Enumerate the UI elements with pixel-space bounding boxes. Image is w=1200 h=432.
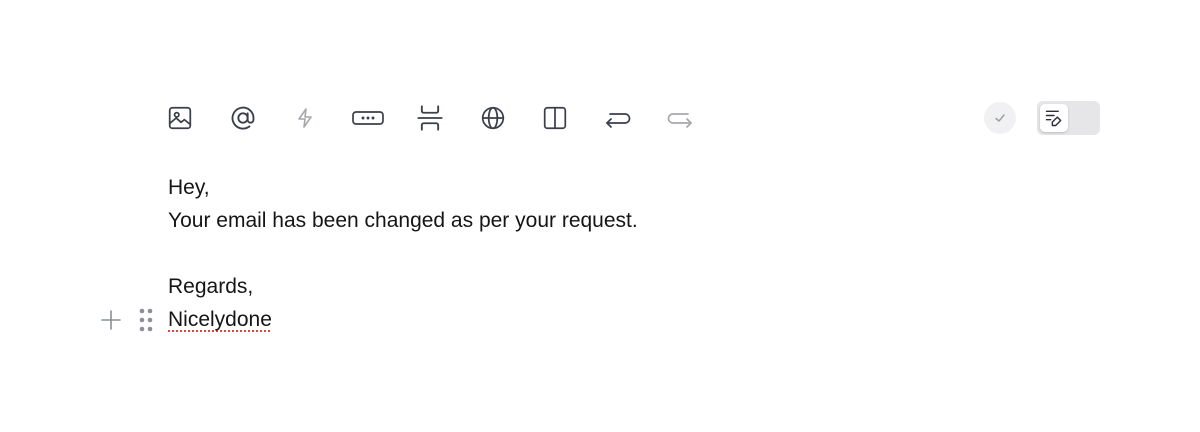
undo-button[interactable]	[598, 100, 638, 136]
undo-icon	[605, 113, 630, 128]
insert-link-button[interactable]	[473, 100, 513, 136]
insert-divider-button[interactable]	[410, 100, 450, 136]
text-line-body[interactable]: Your email has been changed as per your …	[168, 204, 638, 237]
drag-handle[interactable]	[136, 307, 156, 333]
columns-icon	[543, 106, 567, 130]
insert-dynamic-content-button[interactable]	[285, 100, 325, 136]
check-icon	[995, 114, 1005, 122]
globe-icon	[481, 106, 504, 130]
redo-icon	[667, 113, 692, 128]
insert-mention-button[interactable]	[223, 100, 263, 136]
add-block-button[interactable]	[98, 307, 124, 333]
button-block-icon	[351, 111, 384, 125]
text-line-greeting[interactable]: Hey,	[168, 171, 638, 204]
divider-icon	[417, 105, 443, 131]
edit-mode-icon	[1045, 110, 1062, 127]
editor-toolbar	[160, 100, 700, 136]
edit-mode-toggle[interactable]	[1037, 101, 1100, 135]
plus-icon	[101, 309, 121, 330]
editor-controls	[984, 100, 1100, 136]
text-line-signature[interactable]: Nicelydone	[168, 303, 638, 336]
block-handles	[98, 303, 156, 336]
toggle-knob	[1040, 104, 1068, 132]
insert-columns-button[interactable]	[535, 100, 575, 136]
insert-button-block-button[interactable]	[348, 100, 388, 136]
insert-image-button[interactable]	[160, 100, 200, 136]
check-button[interactable]	[984, 102, 1016, 134]
misspelled-word[interactable]: Nicelydone	[168, 308, 272, 331]
empty-line[interactable]	[168, 237, 638, 270]
redo-button[interactable]	[660, 100, 700, 136]
text-line-closing[interactable]: Regards,	[168, 270, 638, 303]
lightning-icon	[298, 108, 312, 128]
email-body-editor[interactable]: Hey, Your email has been changed as per …	[168, 171, 638, 336]
at-mention-icon	[231, 106, 254, 130]
drag-handle-icon	[139, 308, 153, 331]
image-icon	[168, 106, 192, 130]
